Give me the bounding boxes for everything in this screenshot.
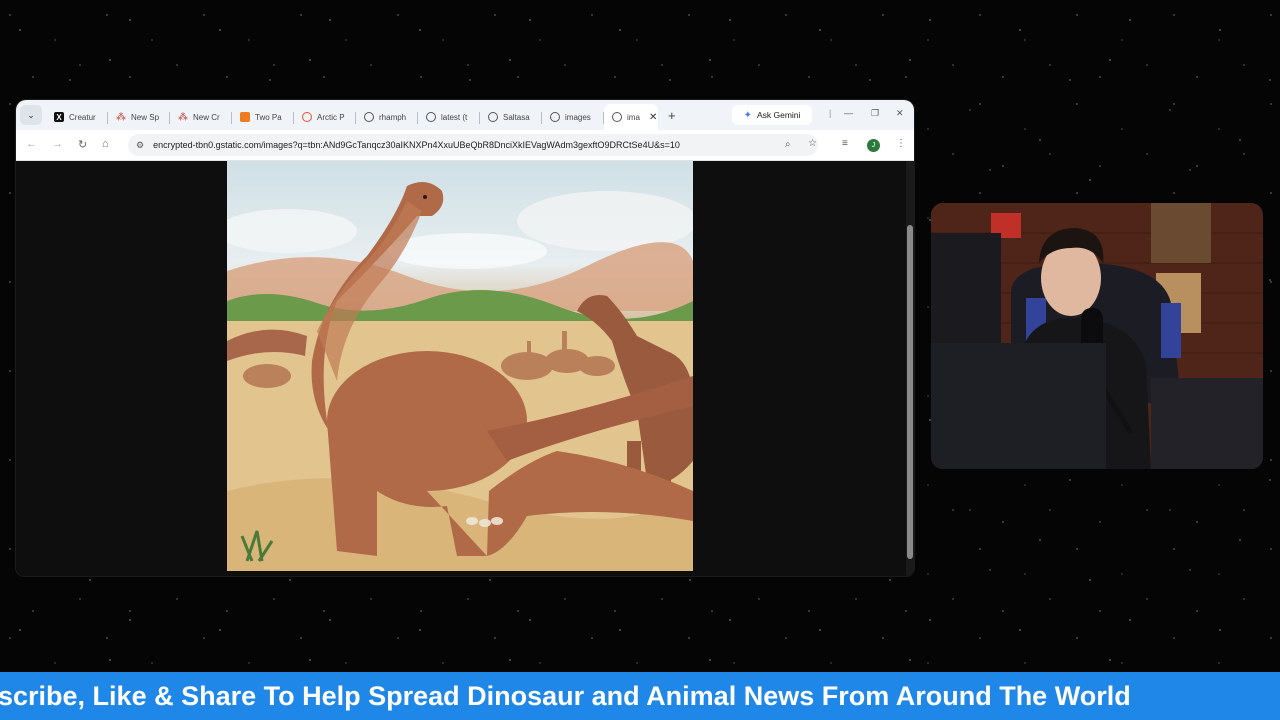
- tab-search-button[interactable]: ⌄: [20, 105, 42, 125]
- close-tab-icon[interactable]: ✕: [649, 112, 657, 123]
- tab-7[interactable]: latest (t: [418, 104, 480, 130]
- minimize-icon[interactable]: —: [844, 108, 853, 118]
- news-ticker: scribe, Like & Share To Help Spread Dino…: [0, 672, 1280, 720]
- more-menu-icon[interactable]: ⋮: [896, 138, 906, 149]
- tab-label: New Cr: [193, 112, 220, 122]
- ai-logo-icon: ⁂: [116, 111, 126, 123]
- tab-2[interactable]: ⁂ New Sp: [108, 104, 170, 130]
- orange-logo-icon: [240, 112, 250, 122]
- ask-gemini-label: Ask Gemini: [756, 110, 801, 120]
- dinosaur-image: [227, 161, 693, 571]
- arctic-logo-icon: [302, 112, 312, 122]
- tab-9[interactable]: images: [542, 104, 604, 130]
- ask-gemini-button[interactable]: ✦ Ask Gemini: [732, 105, 812, 125]
- divider: |: [829, 108, 832, 118]
- tab-label: New Sp: [131, 112, 159, 122]
- globe-icon: [612, 112, 622, 122]
- tab-3[interactable]: ⁂ New Cr: [170, 104, 232, 130]
- site-info-icon[interactable]: ⚙: [136, 140, 144, 151]
- url-text[interactable]: encrypted-tbn0.gstatic.com/images?q=tbn:…: [153, 140, 753, 150]
- x-logo-icon: X: [54, 112, 64, 122]
- tab-label: Saltasa: [503, 112, 530, 122]
- forward-icon[interactable]: →: [52, 138, 63, 150]
- page-viewport: [16, 161, 914, 576]
- ticker-text: scribe, Like & Share To Help Spread Dino…: [0, 680, 1131, 711]
- restore-icon[interactable]: ❐: [871, 108, 879, 119]
- tab-label: Creatur: [69, 112, 96, 122]
- close-window-icon[interactable]: ✕: [896, 108, 904, 119]
- tab-4[interactable]: Two Pa: [232, 104, 294, 130]
- globe-icon: [550, 112, 560, 122]
- globe-icon: [364, 112, 374, 122]
- tab-1[interactable]: X Creatur: [46, 104, 108, 130]
- ai-logo-icon: ⁂: [178, 111, 188, 123]
- reading-list-icon[interactable]: ≡: [842, 138, 848, 149]
- reload-icon[interactable]: ↻: [78, 138, 87, 151]
- tab-label: latest (t: [441, 112, 468, 122]
- tab-6[interactable]: rhamph: [356, 104, 418, 130]
- dinosaur-illustration: [227, 182, 693, 571]
- gemini-spark-icon: ✦: [743, 109, 752, 121]
- address-bar[interactable]: ⚙ encrypted-tbn0.gstatic.com/images?q=tb…: [128, 134, 818, 156]
- browser-toolbar: ← → ↻ ⌂ ⚙ encrypted-tbn0.gstatic.com/ima…: [16, 130, 914, 161]
- zoom-icon[interactable]: ⌕: [785, 139, 791, 150]
- globe-icon: [488, 112, 498, 122]
- tab-active[interactable]: ima ✕: [604, 104, 658, 130]
- webcam-overlay: [931, 203, 1263, 469]
- tab-strip: ⌄ X Creatur ⁂ New Sp ⁂ New Cr Two Pa Arc…: [16, 100, 914, 130]
- new-tab-icon[interactable]: +: [668, 108, 684, 123]
- tab-label: ima: [627, 112, 640, 122]
- scrollbar[interactable]: [906, 161, 914, 576]
- profile-avatar[interactable]: J: [867, 139, 880, 152]
- scrollbar-thumb[interactable]: [907, 225, 913, 559]
- home-icon[interactable]: ⌂: [102, 138, 109, 150]
- tab-5[interactable]: Arctic P: [294, 104, 356, 130]
- tab-label: Arctic P: [317, 112, 345, 122]
- browser-window: ⌄ X Creatur ⁂ New Sp ⁂ New Cr Two Pa Arc…: [16, 100, 914, 576]
- webcam-feed: [931, 203, 1263, 469]
- tab-label: Two Pa: [255, 112, 282, 122]
- globe-icon: [426, 112, 436, 122]
- tab-label: images: [565, 112, 591, 122]
- back-icon[interactable]: ←: [26, 138, 37, 150]
- tab-8[interactable]: Saltasa: [480, 104, 542, 130]
- bookmark-star-icon[interactable]: ☆: [808, 138, 817, 149]
- tab-label: rhamph: [379, 112, 407, 122]
